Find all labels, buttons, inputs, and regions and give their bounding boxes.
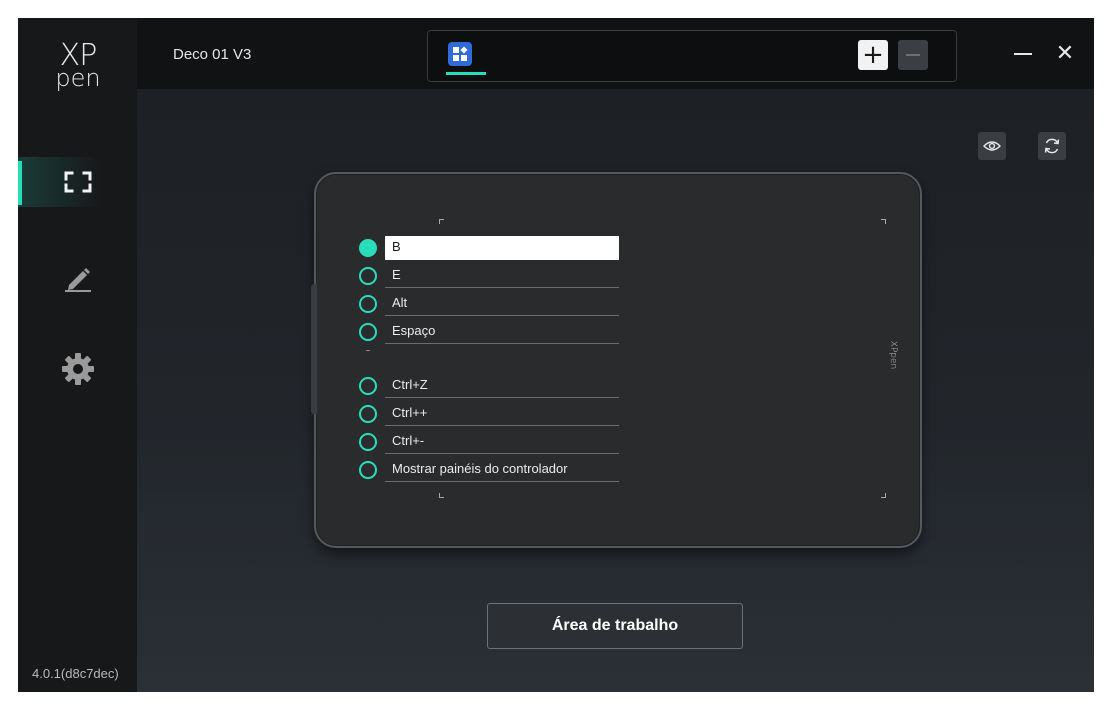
preview-button[interactable] bbox=[978, 132, 1006, 160]
close-button[interactable]: ✕ bbox=[1050, 38, 1080, 68]
pen-icon bbox=[64, 268, 91, 292]
gear-icon bbox=[61, 353, 94, 385]
express-key-1[interactable]: B bbox=[359, 236, 621, 262]
top-bar: Deco 01 V3 + ✕ bbox=[137, 18, 1094, 89]
key-radio bbox=[359, 239, 377, 257]
minimize-button[interactable] bbox=[1009, 40, 1037, 68]
all-apps-glyph bbox=[453, 46, 468, 61]
tablet-preview: XPpen B E Alt Espaço Ctrl+Z Ctrl++ Ctrl+… bbox=[311, 172, 922, 548]
key-radio bbox=[359, 295, 377, 313]
version-label: 4.0.1(d8c7dec) bbox=[32, 666, 119, 681]
sidebar-item-pen[interactable] bbox=[18, 253, 137, 303]
add-app-button[interactable]: + bbox=[858, 40, 888, 70]
key-radio bbox=[359, 377, 377, 395]
active-app-indicator bbox=[446, 72, 486, 75]
refresh-icon bbox=[1044, 138, 1060, 154]
key-radio bbox=[359, 433, 377, 451]
express-key-3[interactable]: Alt bbox=[359, 292, 621, 318]
express-key-6[interactable]: Ctrl++ bbox=[359, 402, 621, 428]
workspace-button[interactable]: Área de trabalho bbox=[487, 603, 743, 649]
key-label: E bbox=[385, 264, 619, 288]
key-label: Ctrl+- bbox=[385, 430, 619, 454]
all-apps-icon[interactable] bbox=[448, 42, 472, 66]
xppen-logo: XP pen bbox=[48, 41, 108, 92]
express-key-8[interactable]: Mostrar painéis do controlador bbox=[359, 458, 621, 484]
active-area-corner-top-right bbox=[881, 219, 886, 224]
express-key-5[interactable]: Ctrl+Z bbox=[359, 374, 621, 400]
key-group-separator bbox=[366, 350, 370, 351]
active-area-corner-bottom-left bbox=[439, 493, 444, 498]
tablet-brand-logo: XPpen bbox=[888, 340, 898, 370]
key-radio bbox=[359, 267, 377, 285]
key-label: B bbox=[385, 236, 619, 260]
key-label: Ctrl++ bbox=[385, 402, 619, 426]
tablet-express-keys-edge bbox=[311, 284, 317, 414]
key-radio bbox=[359, 461, 377, 479]
eye-icon bbox=[983, 141, 1001, 151]
express-key-7[interactable]: Ctrl+- bbox=[359, 430, 621, 456]
key-radio bbox=[359, 405, 377, 423]
sidebar-item-settings[interactable] bbox=[18, 344, 137, 394]
key-label: Alt bbox=[385, 292, 619, 316]
device-name: Deco 01 V3 bbox=[173, 46, 252, 63]
area-frame-icon bbox=[64, 171, 91, 193]
main-area: XPpen B E Alt Espaço Ctrl+Z Ctrl++ Ctrl+… bbox=[137, 89, 1094, 692]
remove-app-button[interactable] bbox=[898, 40, 928, 70]
sidebar-item-work-area[interactable] bbox=[18, 157, 137, 207]
app-strip: + bbox=[427, 30, 957, 82]
key-radio bbox=[359, 323, 377, 341]
key-label: Espaço bbox=[385, 320, 619, 344]
sidebar: XP pen 4.0.1(d8c7dec) bbox=[18, 18, 137, 692]
app-window: XP pen 4.0.1(d8c7dec) Deco 01 V3 + ✕ XPp… bbox=[18, 18, 1094, 692]
express-key-2[interactable]: E bbox=[359, 264, 621, 290]
express-key-4[interactable]: Espaço bbox=[359, 320, 621, 346]
key-label: Mostrar painéis do controlador bbox=[385, 458, 619, 482]
refresh-button[interactable] bbox=[1038, 132, 1066, 160]
active-area-corner-bottom-right bbox=[881, 493, 886, 498]
logo-bottom-text: pen bbox=[55, 63, 101, 92]
active-area-corner-top-left bbox=[439, 219, 444, 224]
key-label: Ctrl+Z bbox=[385, 374, 619, 398]
